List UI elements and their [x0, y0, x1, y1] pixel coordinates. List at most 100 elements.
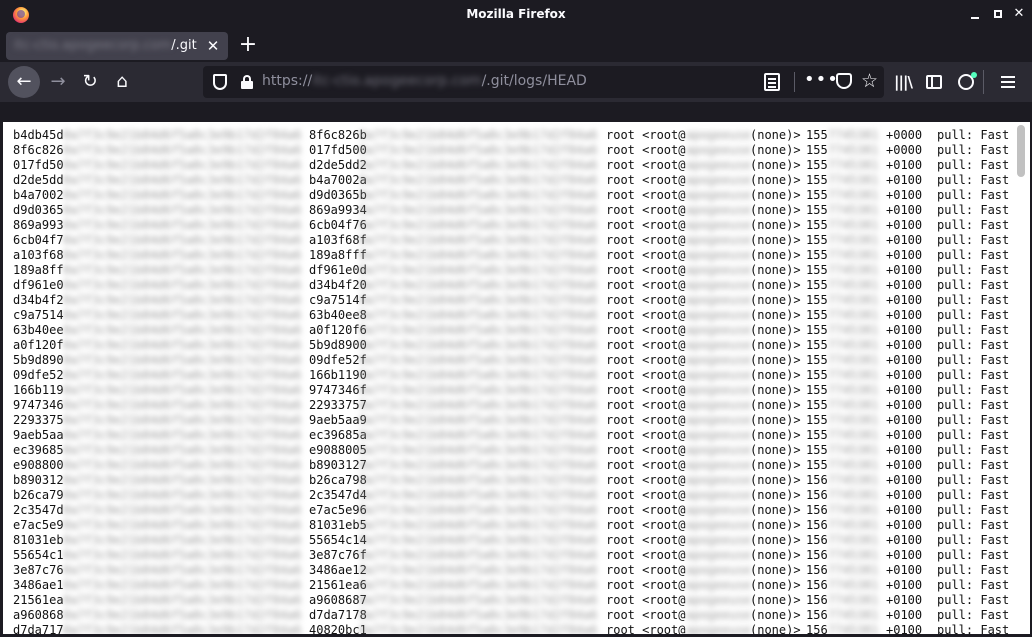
log-email-redacted: apogeeuser — [686, 473, 750, 487]
old-hash: e7ac5e9 — [13, 518, 64, 532]
new-tab-button[interactable]: + — [234, 32, 262, 60]
sidebar-button[interactable] — [918, 66, 950, 98]
old-hash-redacted: 0a7f3c9e21b84d6f5a0c3e9b17d2f84a6c5e0b3d… — [63, 293, 301, 307]
window-close-button[interactable]: ✕ — [1010, 5, 1028, 23]
minimize-button[interactable] — [966, 5, 984, 23]
log-timezone: +0100 — [886, 488, 923, 502]
log-timestamp: 155 — [806, 233, 828, 247]
log-message: pull: Fast — [937, 248, 1010, 262]
pocket-icon[interactable] — [836, 73, 852, 89]
account-button[interactable] — [950, 66, 982, 98]
old-hash: 3486ae1 — [13, 578, 64, 592]
new-hash-redacted: 0a7f3c9e21b84d6f5a0c3e9b17d2f84a6c5e0b3d… — [359, 278, 597, 292]
reader-view-icon[interactable] — [764, 73, 780, 91]
scrollbar-thumb[interactable] — [1017, 125, 1025, 177]
log-timestamp-redacted: 7745381 — [828, 413, 879, 427]
log-timestamp-redacted: 7745381 — [828, 263, 879, 277]
old-hash-redacted: 0a7f3c9e21b84d6f5a0c3e9b17d2f84a6c5e0b3d… — [63, 188, 301, 202]
log-timestamp: 155 — [806, 353, 828, 367]
back-button[interactable]: ← — [8, 66, 40, 98]
old-hash-redacted: 0a7f3c9e21b84d6f5a0c3e9b17d2f84a6c5e0b3d… — [63, 623, 301, 634]
log-timestamp: 155 — [806, 188, 828, 202]
scrollbar-track[interactable] — [1014, 122, 1030, 634]
log-timestamp-redacted: 7745381 — [828, 398, 879, 412]
log-timezone: +0100 — [886, 338, 923, 352]
log-timestamp-redacted: 7745381 — [828, 458, 879, 472]
old-hash-redacted: 0a7f3c9e21b84d6f5a0c3e9b17d2f84a6c5e0b3d… — [63, 173, 301, 187]
log-row: 2293375 0a7f3c9e21b84d6f5a0c3e9b17d2f84a6… — [13, 413, 1013, 428]
tab-close-icon: ✕ — [206, 37, 220, 55]
log-email-redacted: apogeeuser — [686, 278, 750, 292]
page-actions-icon[interactable]: ••• — [804, 70, 839, 90]
log-user: root <root@ — [606, 203, 686, 217]
log-message: pull: Fast — [937, 563, 1010, 577]
tab-active[interactable]: itc-ctio.apogeecorp.com/.git ✕ — [6, 32, 228, 60]
new-hash-redacted: 0a7f3c9e21b84d6f5a0c3e9b17d2f84a6c5e0b3d… — [359, 203, 597, 217]
log-user: root <root@ — [606, 398, 686, 412]
log-message: pull: Fast — [937, 488, 1010, 502]
log-email-redacted: apogeeuser — [686, 428, 750, 442]
old-hash: 189a8ff — [13, 263, 64, 277]
url-bar[interactable]: https://itc-ctio.apogeecorp.com/.git/log… — [203, 66, 884, 98]
url-host: itc-ctio.apogeecorp.com — [312, 73, 482, 89]
old-hash-redacted: 0a7f3c9e21b84d6f5a0c3e9b17d2f84a6c5e0b3d… — [63, 518, 301, 532]
library-button[interactable]: |||\ — [887, 66, 919, 98]
log-timestamp-redacted: 7745381 — [828, 548, 879, 562]
log-email-redacted: apogeeuser — [686, 353, 750, 367]
account-notification-dot — [971, 72, 977, 78]
old-hash-redacted: 0a7f3c9e21b84d6f5a0c3e9b17d2f84a6c5e0b3d… — [63, 263, 301, 277]
log-email-suffix: (none)> — [750, 458, 801, 472]
log-row: 189a8ff 0a7f3c9e21b84d6f5a0c3e9b17d2f84a6… — [13, 263, 1013, 278]
menu-button[interactable] — [992, 66, 1024, 98]
log-timestamp: 155 — [806, 158, 828, 172]
new-hash-redacted: 0a7f3c9e21b84d6f5a0c3e9b17d2f84a6c5e0b3d… — [359, 578, 597, 592]
log-timezone: +0100 — [886, 233, 923, 247]
old-hash: df961e0 — [13, 278, 64, 292]
old-hash: a0f120f — [13, 338, 64, 352]
log-timestamp: 156 — [806, 533, 828, 547]
log-row: a960868 0a7f3c9e21b84d6f5a0c3e9b17d2f84a6… — [13, 608, 1013, 623]
forward-button[interactable]: → — [42, 66, 74, 98]
log-user: root <root@ — [606, 593, 686, 607]
log-timezone: +0100 — [886, 248, 923, 262]
log-email-redacted: apogeeuser — [686, 413, 750, 427]
log-email-redacted: apogeeuser — [686, 218, 750, 232]
maximize-button[interactable] — [989, 5, 1007, 23]
log-timestamp: 155 — [806, 338, 828, 352]
new-hash-redacted: 0a7f3c9e21b84d6f5a0c3e9b17d2f84a6c5e0b3d… — [359, 248, 597, 262]
old-hash-redacted: 0a7f3c9e21b84d6f5a0c3e9b17d2f84a6c5e0b3d… — [63, 488, 301, 502]
log-timestamp: 155 — [806, 443, 828, 457]
log-user: root <root@ — [606, 563, 686, 577]
log-timestamp: 156 — [806, 608, 828, 622]
log-email-redacted: apogeeuser — [686, 128, 750, 142]
old-hash-redacted: 0a7f3c9e21b84d6f5a0c3e9b17d2f84a6c5e0b3d… — [63, 203, 301, 217]
bookmark-star-icon[interactable]: ☆ — [861, 69, 878, 93]
log-timezone: +0100 — [886, 263, 923, 277]
log-email-redacted: apogeeuser — [686, 548, 750, 562]
log-message: pull: Fast — [937, 368, 1010, 382]
reload-button[interactable]: ↻ — [74, 66, 106, 98]
log-message: pull: Fast — [937, 353, 1010, 367]
log-timezone: +0100 — [886, 593, 923, 607]
log-timestamp-redacted: 7745381 — [828, 203, 879, 217]
log-email-redacted: apogeeuser — [686, 383, 750, 397]
log-timestamp-redacted: 7745381 — [828, 533, 879, 547]
new-hash-redacted: 0a7f3c9e21b84d6f5a0c3e9b17d2f84a6c5e0b3d… — [359, 503, 597, 517]
log-row: 8f6c826 0a7f3c9e21b84d6f5a0c3e9b17d2f84a6… — [13, 143, 1013, 158]
log-email-suffix: (none)> — [750, 443, 801, 457]
log-row: 017fd50 0a7f3c9e21b84d6f5a0c3e9b17d2f84a6… — [13, 158, 1013, 173]
new-hash-redacted: 0a7f3c9e21b84d6f5a0c3e9b17d2f84a6c5e0b3d… — [359, 188, 597, 202]
lock-icon[interactable] — [241, 75, 253, 89]
new-hash-redacted: 0a7f3c9e21b84d6f5a0c3e9b17d2f84a6c5e0b3d… — [359, 623, 597, 634]
tab-close-button[interactable]: ✕ — [202, 35, 224, 57]
log-row: 21561ea 0a7f3c9e21b84d6f5a0c3e9b17d2f84a6… — [13, 593, 1013, 608]
log-message: pull: Fast — [937, 413, 1010, 427]
tracking-shield-icon[interactable] — [213, 74, 227, 90]
home-button[interactable]: ⌂ — [106, 66, 138, 98]
log-message: pull: Fast — [937, 323, 1010, 337]
log-email-suffix: (none)> — [750, 398, 801, 412]
log-email-redacted: apogeeuser — [686, 263, 750, 277]
url-text[interactable]: https://itc-ctio.apogeecorp.com/.git/log… — [262, 73, 587, 89]
log-message: pull: Fast — [937, 278, 1010, 292]
log-message: pull: Fast — [937, 203, 1010, 217]
